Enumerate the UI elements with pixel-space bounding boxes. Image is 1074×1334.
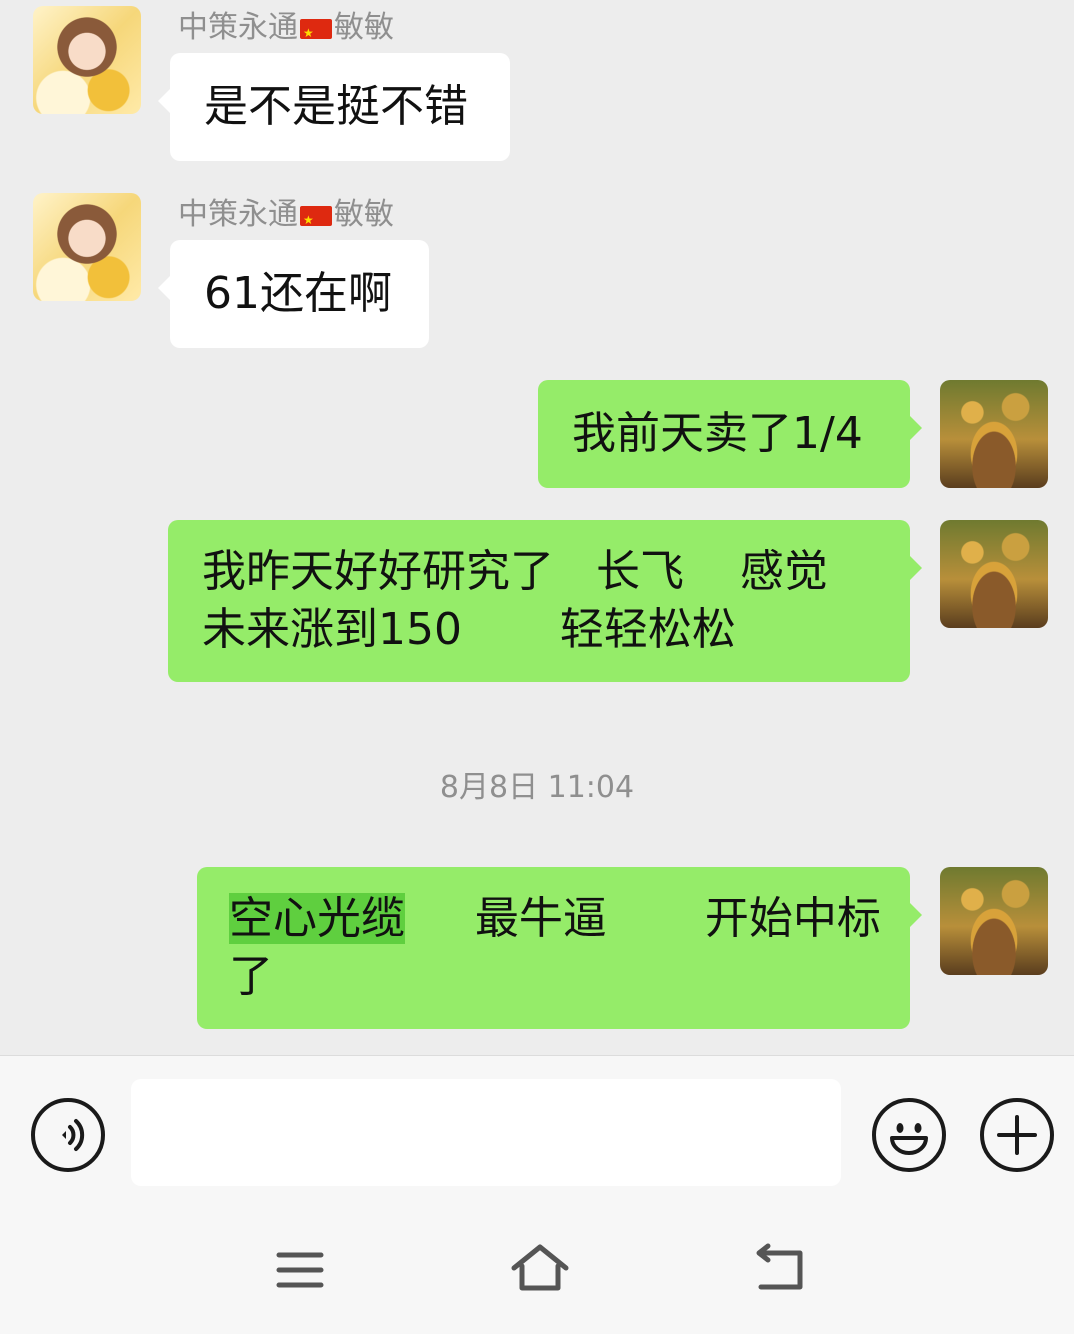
message-bubble[interactable]: 我前天卖了1/4 bbox=[538, 380, 922, 488]
message-text-line: 了 bbox=[229, 951, 273, 1002]
contact-avatar[interactable] bbox=[33, 193, 141, 301]
sender-name: 中策永通敏敏 bbox=[178, 197, 394, 238]
plus-icon bbox=[997, 1115, 1037, 1155]
back-icon bbox=[756, 1243, 803, 1290]
my-avatar[interactable] bbox=[940, 520, 1048, 628]
selected-text[interactable]: 空心光缆 bbox=[229, 893, 405, 944]
timestamp: 8月8日 11:04 bbox=[439, 770, 635, 805]
my-avatar[interactable] bbox=[940, 867, 1048, 975]
message-text-line: 空心光缆 最牛逼 开始中标 bbox=[229, 893, 881, 944]
system-nav-bar bbox=[0, 1210, 1074, 1334]
message-text: 是不是挺不错 bbox=[204, 81, 468, 132]
message-input[interactable] bbox=[131, 1079, 841, 1186]
message-bubble[interactable]: 61还在啊 bbox=[158, 240, 429, 348]
menu-icon bbox=[276, 1252, 324, 1288]
my-avatar[interactable] bbox=[940, 380, 1048, 488]
menu-button[interactable] bbox=[267, 1240, 333, 1300]
message-text: 我前天卖了1/4 bbox=[572, 408, 863, 459]
voice-button[interactable] bbox=[31, 1098, 105, 1172]
contact-avatar[interactable] bbox=[33, 6, 141, 114]
home-button[interactable] bbox=[507, 1240, 573, 1300]
message-text-line: 未来涨到150 轻轻松松 bbox=[202, 604, 736, 655]
emoji-icon bbox=[890, 1123, 928, 1155]
china-flag-icon bbox=[300, 15, 332, 51]
emoji-button[interactable] bbox=[872, 1098, 946, 1172]
sender-name: 中策永通敏敏 bbox=[178, 10, 394, 51]
message-text: 61还在啊 bbox=[204, 268, 392, 319]
back-button[interactable] bbox=[747, 1240, 813, 1300]
chat-area[interactable]: 中策永通敏敏 是不是挺不错 中策永通敏敏 61还在啊 我前天卖了1/4 我昨天好… bbox=[0, 0, 1074, 1055]
more-button[interactable] bbox=[980, 1098, 1054, 1172]
china-flag-icon bbox=[300, 202, 332, 238]
message-bubble[interactable]: 是不是挺不错 bbox=[158, 53, 510, 161]
message-bubble[interactable]: 空心光缆 最牛逼 开始中标 了 bbox=[197, 867, 922, 1029]
message-bubble[interactable]: 我昨天好好研究了 长飞 感觉 未来涨到150 轻轻松松 bbox=[168, 520, 922, 682]
voice-icon bbox=[62, 1119, 85, 1151]
home-icon bbox=[511, 1244, 569, 1291]
input-bar bbox=[0, 1055, 1074, 1211]
message-text-line: 我昨天好好研究了 长飞 感觉 bbox=[202, 546, 828, 597]
